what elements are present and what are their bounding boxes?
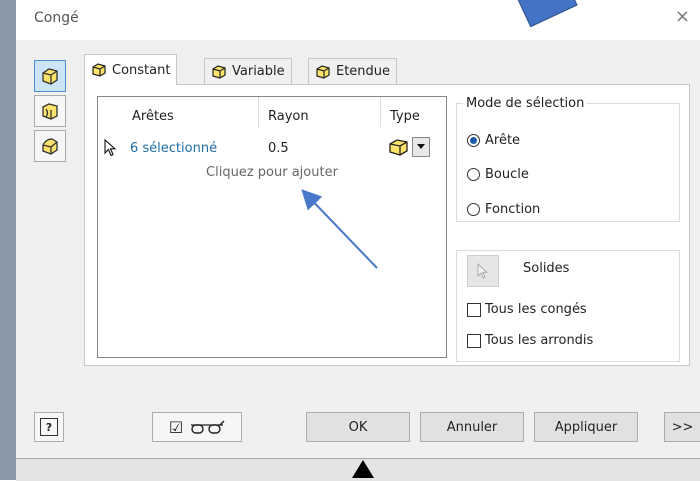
tab-constant[interactable]: Constant [84,54,178,85]
fillet-cube-icon [92,63,106,77]
dialog-window: Congé × Constant Variable Etendue Arêtes… [0,0,700,481]
tab-label: Constant [112,62,171,78]
